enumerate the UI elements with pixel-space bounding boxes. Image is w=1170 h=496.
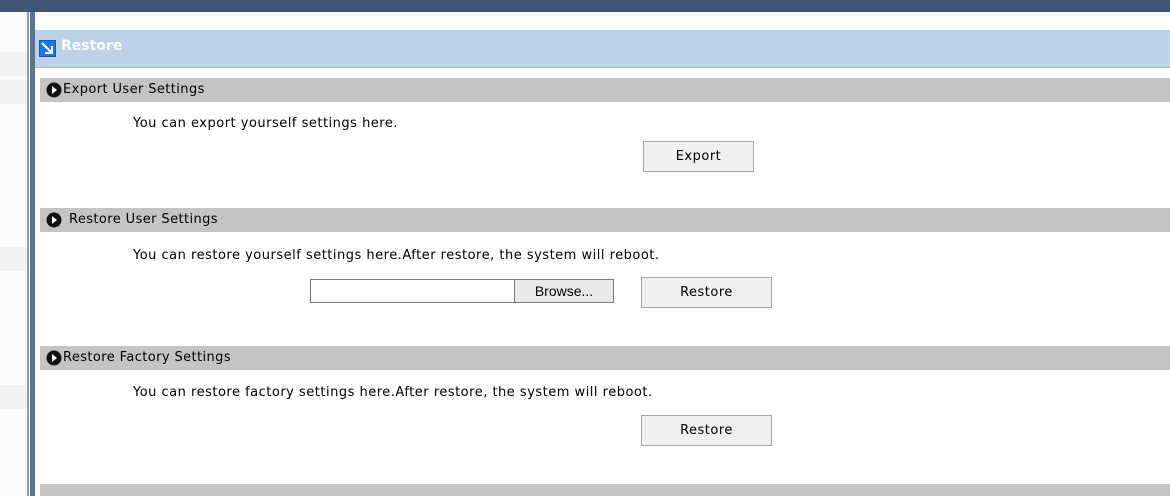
gutter-mark <box>0 385 27 409</box>
restore-file-field[interactable] <box>310 279 515 303</box>
expand-arrow-icon <box>39 40 56 57</box>
gutter-mark <box>0 52 27 76</box>
circle-arrow-icon <box>46 82 62 98</box>
export-section-title: Export User Settings <box>63 82 205 97</box>
restore-factory-description: You can restore factory settings here.Af… <box>133 385 653 400</box>
circle-arrow-icon <box>46 350 62 366</box>
circle-arrow-icon <box>46 212 62 228</box>
gutter-mark <box>0 80 27 104</box>
frame-divider <box>27 12 29 496</box>
panel-title: Restore <box>61 38 123 54</box>
restore-factory-button[interactable]: Restore <box>641 415 772 446</box>
restore-user-button[interactable]: Restore <box>641 277 772 308</box>
top-bar <box>0 0 1170 12</box>
left-gutter <box>0 12 27 496</box>
export-description: You can export yourself settings here. <box>133 116 398 131</box>
restore-user-section-header: Restore User Settings <box>40 208 1170 232</box>
gutter-mark <box>0 247 27 271</box>
restore-user-section-title: Restore User Settings <box>69 212 218 227</box>
restore-panel: Restore Export User Settings You can exp… <box>35 12 1170 496</box>
panel-title-bar: Restore <box>35 30 1170 68</box>
restore-factory-section-title: Restore Factory Settings <box>63 350 231 365</box>
restore-user-description: You can restore yourself settings here.A… <box>133 248 660 263</box>
restore-factory-section-header: Restore Factory Settings <box>40 346 1170 370</box>
export-section-header: Export User Settings <box>40 78 1170 102</box>
browse-button[interactable]: Browse... <box>514 279 614 303</box>
export-button[interactable]: Export <box>643 141 754 172</box>
next-section-header <box>40 484 1170 496</box>
